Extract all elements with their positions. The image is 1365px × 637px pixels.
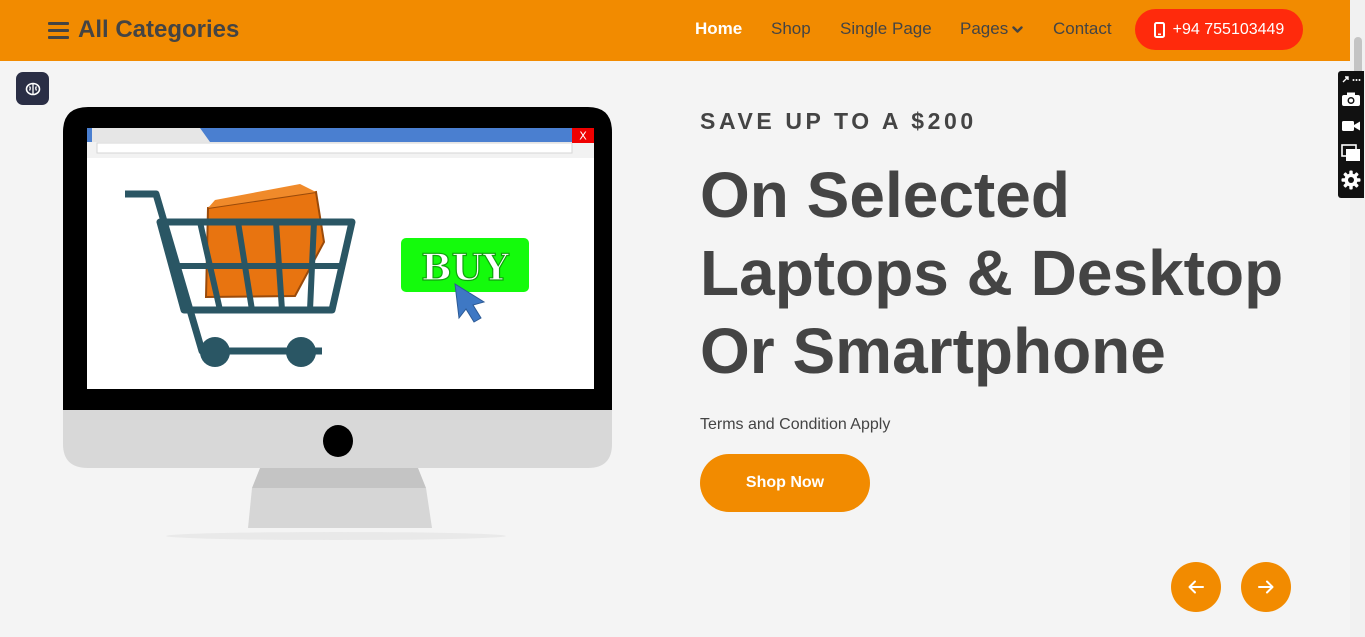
phone-button[interactable]: +94 755103449 (1135, 9, 1303, 50)
brain-icon (25, 82, 40, 95)
browser-close-mark: X (579, 130, 587, 143)
nav-contact[interactable]: Contact (1053, 19, 1112, 39)
carousel-next-button[interactable] (1241, 562, 1291, 612)
nav-pages[interactable]: Pages (960, 19, 1023, 39)
chevron-down-icon (1012, 26, 1023, 33)
arrow-left-icon (1188, 580, 1204, 594)
camera-icon[interactable] (1341, 89, 1361, 109)
more-icon[interactable] (1352, 75, 1361, 84)
gear-icon[interactable] (1341, 170, 1361, 190)
all-categories-label: All Categories (78, 16, 240, 43)
windows-icon[interactable] (1341, 143, 1361, 163)
promo-eyebrow: SAVE UP TO A $200 (700, 108, 977, 134)
extension-button[interactable] (16, 72, 49, 105)
side-toolbar-header (1341, 73, 1361, 85)
side-toolbar (1338, 71, 1364, 198)
mobile-phone-icon (1153, 21, 1165, 38)
all-categories-toggle[interactable]: All Categories (48, 16, 239, 44)
phone-number: +94 755103449 (1172, 20, 1285, 38)
hero-monitor-illustration: X BUY (63, 107, 612, 540)
bars-icon (48, 21, 69, 39)
nav-home[interactable]: Home (695, 19, 742, 39)
carousel-prev-button[interactable] (1171, 562, 1221, 612)
terms-note: Terms and Condition Apply (700, 416, 891, 433)
hero-headline: On Selected Laptops & Desktop Or Smartph… (700, 159, 1284, 387)
nav-shop[interactable]: Shop (771, 19, 811, 39)
nav-single-page[interactable]: Single Page (840, 19, 932, 39)
nav-pages-label: Pages (960, 19, 1009, 38)
shop-now-button[interactable]: Shop Now (700, 454, 870, 512)
arrow-right-icon (1258, 580, 1274, 594)
video-icon[interactable] (1341, 116, 1361, 136)
buy-sign-text: BUY (421, 247, 510, 289)
link-icon[interactable] (1341, 75, 1350, 84)
top-navbar: All Categories Home Shop Single Page Pag… (0, 0, 1350, 61)
